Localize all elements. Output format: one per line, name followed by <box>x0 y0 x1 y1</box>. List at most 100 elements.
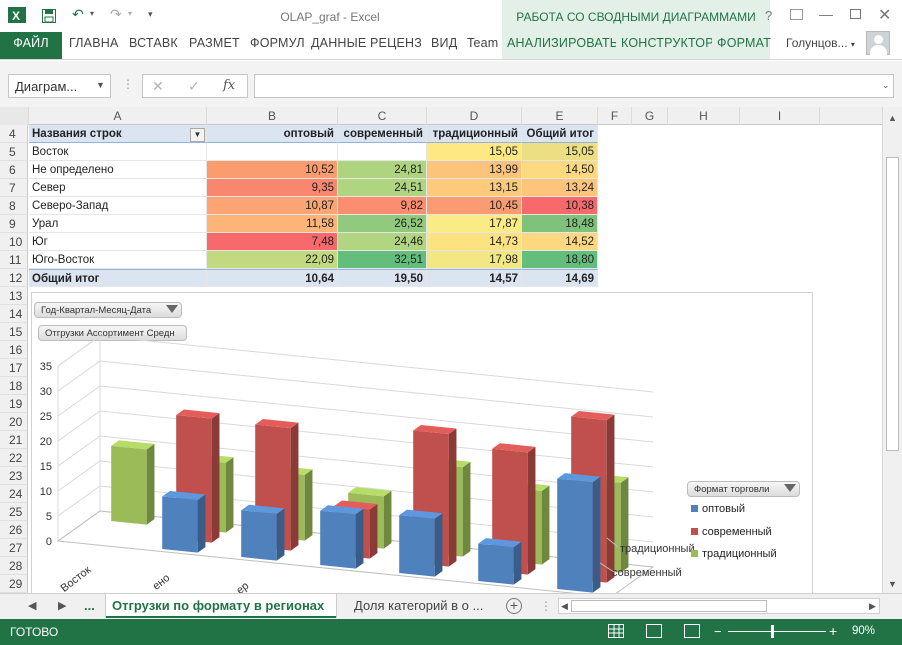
zoom-level[interactable]: 90% <box>852 625 875 637</box>
pivot-header-cell[interactable]: Названия строк <box>29 125 207 143</box>
column-header-c[interactable]: C <box>338 107 427 125</box>
pivot-value-cell[interactable]: 10,52 <box>207 161 338 179</box>
pivot-total-cell[interactable]: Общий итог <box>29 269 207 287</box>
column-header-e[interactable]: E <box>522 107 598 125</box>
pivot-value-cell[interactable]: 13,24 <box>522 179 598 197</box>
legend-item-modern[interactable]: современный <box>691 526 772 538</box>
worksheet-grid[interactable]: A B C D E F G H I 4 5 6 7 8 9 10 11 12 13 14 15 16 17… <box>0 107 882 593</box>
ribbon-display-icon[interactable] <box>790 9 803 20</box>
row-header[interactable]: 18 <box>0 377 28 395</box>
row-header[interactable]: 21 <box>0 431 28 449</box>
row-header[interactable]: 6 <box>0 161 28 179</box>
row-header[interactable]: 20 <box>0 413 28 431</box>
user-name[interactable]: Голунцов... ▾ <box>786 36 855 50</box>
pivot-value-cell[interactable]: 14,73 <box>427 233 522 251</box>
pivot-value-cell[interactable]: 9,35 <box>207 179 338 197</box>
tab-data[interactable]: ДАННЫЕ <box>306 32 371 59</box>
pivot-chart[interactable]: Год-Квартал-Месяц-Дата Отгрузки Ассортим… <box>31 292 813 593</box>
legend-item-traditional[interactable]: традиционный <box>691 548 777 560</box>
pivot-value-cell[interactable]: 17,87 <box>427 215 522 233</box>
pivot-row-label[interactable]: Северо-Запад <box>29 197 207 215</box>
row-header[interactable]: 26 <box>0 521 28 539</box>
scroll-left-icon[interactable]: ◀ <box>561 601 568 612</box>
normal-view-icon[interactable] <box>608 624 624 638</box>
bar-оптовый-Урал[interactable] <box>399 509 443 577</box>
column-header-f[interactable]: F <box>598 107 632 125</box>
pivot-row-label[interactable]: Урал <box>29 215 207 233</box>
pivot-row-label[interactable]: Восток <box>29 143 207 161</box>
tab-splitter-icon[interactable]: ⋮ <box>540 599 552 613</box>
tab-format[interactable]: ФОРМАТ <box>712 32 771 59</box>
insert-function-icon[interactable]: fx <box>223 78 235 93</box>
tab-insert[interactable]: ВСТАВК <box>124 32 183 59</box>
vertical-scrollbar[interactable]: ▲ ▼ <box>882 107 902 593</box>
pivot-value-cell[interactable]: 15,05 <box>427 143 522 161</box>
pivot-value-cell[interactable]: 18,80 <box>522 251 598 269</box>
pivot-value-cell[interactable]: 7,48 <box>207 233 338 251</box>
row-header[interactable]: 12 <box>0 269 28 287</box>
pivot-header-cell[interactable]: Общий итог <box>522 125 598 143</box>
pivot-header-cell[interactable]: оптовый <box>207 125 338 143</box>
row-header[interactable]: 22 <box>0 449 28 467</box>
pivot-value-cell[interactable]: 13,99 <box>427 161 522 179</box>
column-header-a[interactable]: A <box>29 107 207 125</box>
pivot-value-cell[interactable]: 24,81 <box>338 161 427 179</box>
expand-formula-bar-icon[interactable]: ⌄ <box>882 80 890 91</box>
row-header[interactable]: 29 <box>0 575 28 593</box>
pivot-row-label[interactable]: Юго-Восток <box>29 251 207 269</box>
bar-оптовый-Юго-Восток[interactable] <box>557 473 601 593</box>
column-header-g[interactable]: G <box>632 107 668 125</box>
formula-input[interactable] <box>254 74 894 98</box>
bar-оптовый-Север[interactable] <box>241 504 285 561</box>
bar-традиционный-Восток[interactable] <box>111 440 155 525</box>
column-header-d[interactable]: D <box>427 107 522 125</box>
pivot-row-label[interactable]: Не определено <box>29 161 207 179</box>
zoom-out-icon[interactable]: − <box>714 624 722 639</box>
tab-analyze[interactable]: АНАЛИЗИРОВАТЬ <box>502 32 618 59</box>
bar-оптовый-Северо-Запад[interactable] <box>320 505 364 569</box>
row-header[interactable]: 13 <box>0 287 28 305</box>
scroll-up-icon[interactable]: ▲ <box>888 113 897 123</box>
pivot-total-cell[interactable]: 10,64 <box>207 269 338 287</box>
pivot-value-cell[interactable]: 22,09 <box>207 251 338 269</box>
tab-team[interactable]: Team <box>462 32 503 59</box>
row-header[interactable]: 4 <box>0 125 28 143</box>
pivot-value-cell[interactable]: 26,52 <box>338 215 427 233</box>
horizontal-scrollbar[interactable]: ◀ ▶ <box>558 598 880 614</box>
row-header[interactable]: 27 <box>0 539 28 557</box>
tab-page-layout[interactable]: РАЗМЕТ <box>184 32 245 59</box>
row-header[interactable]: 25 <box>0 503 28 521</box>
pivot-value-cell[interactable]: 10,38 <box>522 197 598 215</box>
row-header[interactable]: 15 <box>0 323 28 341</box>
zoom-slider-thumb[interactable] <box>771 625 774 638</box>
row-header[interactable]: 10 <box>0 233 28 251</box>
pivot-value-cell[interactable]: 13,15 <box>427 179 522 197</box>
pivot-value-cell[interactable]: 9,82 <box>338 197 427 215</box>
avatar[interactable] <box>866 31 890 55</box>
select-all-corner[interactable] <box>0 107 29 125</box>
row-header[interactable]: 7 <box>0 179 28 197</box>
add-sheet-button[interactable]: + <box>506 598 522 614</box>
row-header[interactable]: 14 <box>0 305 28 323</box>
row-labels-filter-icon[interactable]: ▼ <box>190 128 205 142</box>
column-header-h[interactable]: H <box>668 107 740 125</box>
tab-home[interactable]: ГЛАВНА <box>64 32 124 59</box>
pivot-value-cell[interactable]: 14,52 <box>522 233 598 251</box>
pivot-value-cell[interactable]: 15,05 <box>522 143 598 161</box>
pivot-value-cell[interactable]: 24,51 <box>338 179 427 197</box>
row-header[interactable]: 17 <box>0 359 28 377</box>
next-sheet-icon[interactable]: ▶ <box>58 599 66 612</box>
prev-sheet-icon[interactable]: ◀ <box>28 599 36 612</box>
legend-item-wholesale[interactable]: оптовый <box>691 503 745 515</box>
row-header[interactable]: 16 <box>0 341 28 359</box>
bar-оптовый-Юг[interactable] <box>478 538 522 585</box>
row-header[interactable]: 9 <box>0 215 28 233</box>
bar-оптовый-Не определено[interactable] <box>162 490 206 553</box>
zoom-in-icon[interactable]: + <box>829 623 837 639</box>
pivot-header-cell[interactable]: современный <box>338 125 427 143</box>
sheet-tab-active[interactable]: Отгрузки по формату в регионах <box>106 594 336 618</box>
pivot-value-cell[interactable]: 18,48 <box>522 215 598 233</box>
pivot-total-cell[interactable]: 14,57 <box>427 269 522 287</box>
scroll-down-icon[interactable]: ▼ <box>888 579 897 589</box>
tab-view[interactable]: ВИД <box>426 32 462 59</box>
